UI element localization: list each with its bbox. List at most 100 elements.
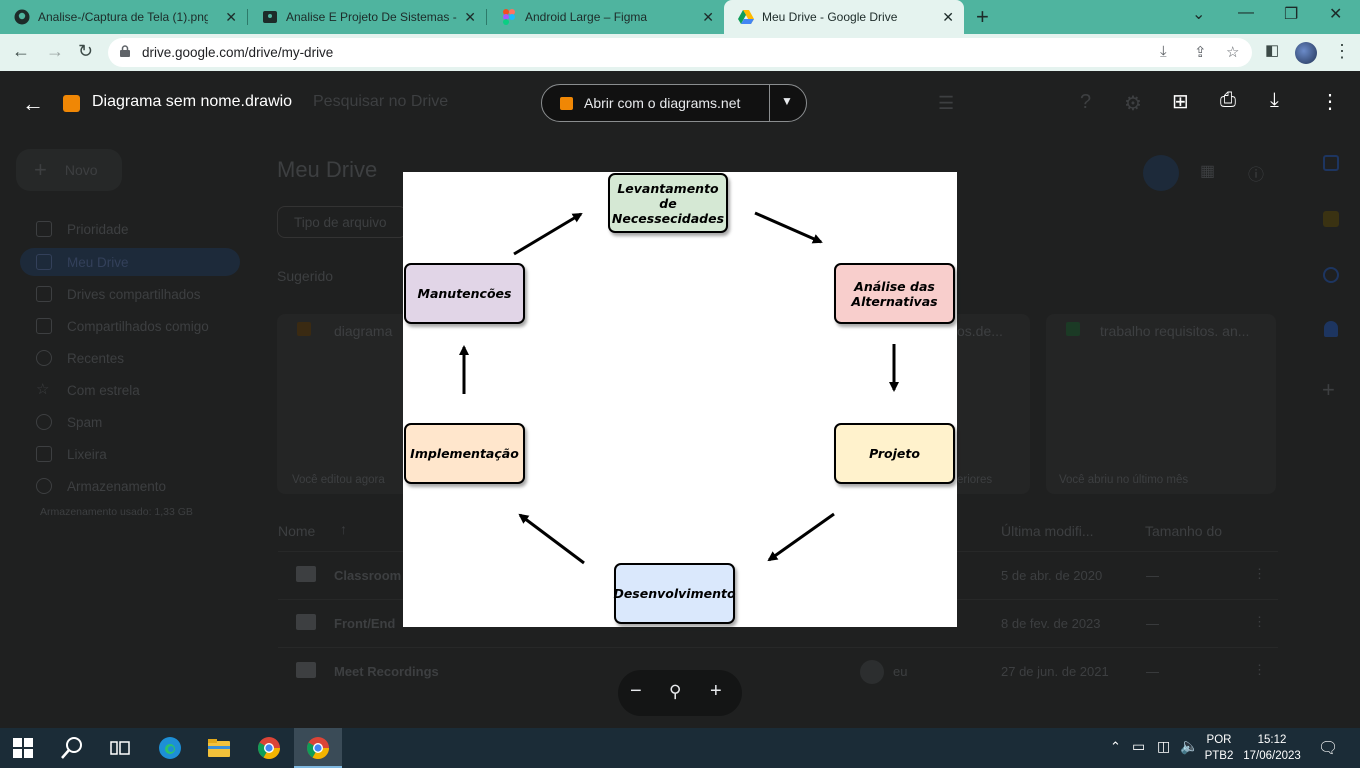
restore-button[interactable]: ❐: [1284, 4, 1298, 24]
node-manutencoes: Manutencões: [404, 263, 525, 324]
file-name: Classroom: [334, 568, 402, 583]
tab-classroom[interactable]: Analise E Projeto De Sistemas - 2º ✕: [248, 0, 486, 34]
address-bar[interactable]: drive.google.com/drive/my-drive ⤓ ⇪ ☆: [108, 38, 1252, 67]
volume-icon[interactable]: 🔈: [1180, 737, 1199, 755]
diagram-arrows: [459, 211, 899, 565]
close-tab-icon[interactable]: ✕: [464, 9, 476, 26]
arrow-levantamento-to-analise: [754, 211, 823, 244]
search-icon[interactable]: [60, 736, 84, 760]
network-icon[interactable]: ▭: [1132, 738, 1145, 755]
open-with-button[interactable]: Abrir com o diagrams.net ▼: [541, 84, 807, 122]
node-desenvolvimento: Desenvolvimento: [613, 563, 736, 624]
minimize-button[interactable]: —: [1238, 4, 1254, 22]
tab-figma[interactable]: Android Large – Figma ✕: [487, 0, 724, 34]
sidebar-item-shared-with-me: Compartilhados comigo: [36, 318, 209, 334]
card-title-fragment: os.de...: [957, 323, 1003, 339]
card-title: diagrama: [334, 323, 393, 339]
tab-search-icon[interactable]: ⌄: [1192, 4, 1205, 24]
new-tab-button[interactable]: +: [976, 4, 989, 30]
file-modified: 5 de abr. de 2020: [1001, 568, 1103, 583]
browser-toolbar: ← → ↻ drive.google.com/drive/my-drive ⤓ …: [0, 34, 1360, 71]
active-chrome-taskbar-button[interactable]: [294, 728, 342, 768]
more-actions-icon[interactable]: ⋮: [1320, 89, 1340, 114]
card-footer: Você abriu no último mês: [1059, 474, 1189, 486]
owner-avatar: [860, 660, 884, 684]
chrome-profile-icon: [307, 737, 329, 759]
install-icon[interactable]: ⤓: [1160, 43, 1167, 60]
side-apps-panel: +: [1312, 141, 1348, 441]
file-size: —: [1146, 568, 1159, 583]
reload-button[interactable]: ↻: [78, 41, 93, 62]
zoom-reset-icon[interactable]: ⚲: [669, 682, 681, 702]
clock[interactable]: 15:12 17/06/2023: [1240, 732, 1304, 764]
sidebar-item-shared-drives: Drives compartilhados: [36, 286, 201, 302]
node-implementacao: Implementação: [404, 423, 525, 484]
close-viewer-back-icon[interactable]: ←: [22, 91, 44, 117]
print-icon[interactable]: ⎙: [1220, 89, 1236, 112]
file-name: Meet Recordings: [334, 664, 439, 679]
close-window-button[interactable]: ✕: [1329, 4, 1342, 24]
file-explorer-icon[interactable]: [207, 736, 231, 760]
node-analise: Análise das Alternativas: [834, 263, 955, 324]
arrow-projeto-to-desenvolvimento: [767, 512, 835, 562]
column-header-size: Tamanho do: [1145, 523, 1223, 539]
bookmark-star-icon[interactable]: ☆: [1226, 43, 1239, 61]
sidebar-item-spam: Spam: [36, 414, 102, 430]
forward-button[interactable]: →: [46, 41, 64, 62]
file-size: —: [1146, 664, 1159, 679]
profile-avatar[interactable]: [1295, 42, 1317, 64]
share-icon[interactable]: ⇪: [1194, 43, 1207, 61]
task-view-icon[interactable]: [108, 736, 132, 760]
input-language[interactable]: POR PTB2: [1203, 732, 1235, 764]
tab-title: Android Large – Figma: [525, 10, 648, 24]
file-modified: 27 de jun. de 2021: [1001, 664, 1109, 679]
edge-icon[interactable]: [158, 736, 182, 760]
table-row: Meet Recordings eu 27 de jun. de 2021 — …: [278, 647, 1278, 695]
drive-title: Meu Drive: [277, 157, 378, 182]
sheets-file-icon: [1066, 322, 1080, 336]
zoom-in-button[interactable]: +: [710, 680, 722, 703]
back-button[interactable]: ←: [12, 41, 30, 62]
card-title: trabalho requisitos. an...: [1100, 323, 1250, 339]
close-tab-icon[interactable]: ✕: [225, 9, 237, 26]
card-footer: Você editou agora: [292, 474, 385, 486]
side-panel-icon[interactable]: ◧: [1265, 41, 1279, 59]
chevron-up-icon[interactable]: ⌃: [1110, 739, 1121, 755]
contacts-icon: [1324, 321, 1338, 337]
add-comment-icon[interactable]: ⊞: [1172, 89, 1189, 114]
tab-title: Analise-/Captura de Tela (1).png: [38, 10, 208, 24]
arrow-manutencoes-to-levantamento: [513, 212, 583, 256]
figma-icon: [501, 9, 517, 25]
github-icon: [14, 9, 30, 25]
tasks-icon: [1323, 267, 1339, 283]
close-tab-icon[interactable]: ✕: [702, 9, 714, 26]
keep-icon: [1323, 211, 1339, 227]
download-icon[interactable]: ⤓: [1270, 89, 1279, 112]
more-options-icon: ⋮: [1253, 566, 1266, 581]
tab-github[interactable]: Analise-/Captura de Tela (1).png ✕: [0, 0, 247, 34]
arrow-desenvolvimento-to-implementacao: [518, 513, 585, 565]
suggested-card: trabalho requisitos. an... Você abriu no…: [1046, 314, 1276, 494]
chevron-down-icon[interactable]: ▼: [781, 94, 793, 108]
browser-menu-icon[interactable]: ⋮: [1333, 41, 1351, 62]
drawio-file-icon: [63, 95, 80, 112]
file-name: Front/End: [334, 616, 396, 631]
viewer-file-name: Diagrama sem nome.drawio: [92, 93, 293, 110]
meet-now-icon[interactable]: ◫: [1157, 738, 1170, 755]
card-footer-fragment: eriores: [957, 474, 993, 486]
file-modified: 8 de fev. de 2023: [1001, 616, 1101, 631]
url-text: drive.google.com/drive/my-drive: [142, 45, 334, 60]
file-type-filter: Tipo de arquivo: [277, 206, 407, 238]
tab-google-drive[interactable]: Meu Drive - Google Drive ✕: [724, 0, 964, 34]
close-tab-icon[interactable]: ✕: [942, 9, 954, 26]
chrome-icon[interactable]: [257, 736, 281, 760]
windows-start-icon[interactable]: [13, 738, 33, 758]
more-options-icon: ⋮: [1253, 614, 1266, 629]
sidebar-item-starred: ☆ Com estrela: [36, 381, 140, 398]
diagram-canvas: Levantamento de Necessecidades Análise d…: [403, 172, 957, 627]
zoom-out-button[interactable]: −: [630, 680, 642, 703]
notification-icon[interactable]: 🗨: [1318, 738, 1338, 758]
drawio-file-icon: [297, 322, 311, 336]
storage-usage-text: Armazenamento usado: 1,33 GB: [40, 506, 193, 518]
tab-title: Meu Drive - Google Drive: [762, 10, 898, 24]
